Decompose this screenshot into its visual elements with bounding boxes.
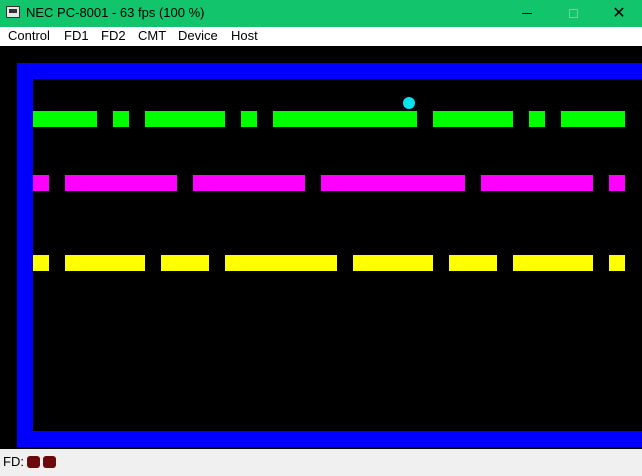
- menu-bar: Control FD1 FD2 CMT Device Host: [0, 27, 642, 46]
- playfield-border-left: [17, 63, 33, 447]
- app-icon[interactable]: [6, 6, 20, 18]
- menu-cmt[interactable]: CMT: [138, 28, 166, 44]
- brick: [609, 255, 625, 271]
- brick: [481, 175, 593, 191]
- brick: [161, 255, 209, 271]
- close-icon: ✕: [612, 4, 626, 22]
- brick: [145, 111, 225, 127]
- fd2-access-led: [43, 456, 56, 468]
- brick-row-yellow: [33, 255, 625, 271]
- status-bar: FD:: [0, 449, 642, 476]
- brick: [529, 111, 545, 127]
- brick-row-magenta: [33, 175, 625, 191]
- brick: [193, 175, 305, 191]
- maximize-icon: [568, 9, 578, 18]
- playfield-border-bottom: [17, 431, 642, 447]
- brick: [513, 255, 593, 271]
- fd1-access-led: [27, 456, 40, 468]
- menu-control[interactable]: Control: [8, 28, 50, 44]
- game-canvas: [0, 46, 642, 449]
- minimize-button[interactable]: [504, 0, 550, 27]
- brick: [273, 111, 417, 127]
- maximize-button[interactable]: [550, 0, 596, 27]
- brick: [65, 175, 177, 191]
- brick: [449, 255, 497, 271]
- title-bar[interactable]: NEC PC-8001 - 63 fps (100 %) ✕: [0, 0, 642, 27]
- brick: [225, 255, 337, 271]
- window-title: NEC PC-8001 - 63 fps (100 %): [26, 5, 205, 20]
- ball: [403, 97, 415, 109]
- brick: [33, 175, 49, 191]
- brick: [113, 111, 129, 127]
- playfield-border-top: [17, 63, 642, 79]
- fd-status-label: FD:: [3, 454, 24, 469]
- brick: [33, 255, 49, 271]
- brick: [433, 111, 513, 127]
- menu-fd2[interactable]: FD2: [101, 28, 126, 44]
- emulator-screen[interactable]: [0, 46, 642, 449]
- brick: [321, 175, 465, 191]
- brick: [241, 111, 257, 127]
- screen-background: [0, 46, 642, 449]
- minimize-icon: [522, 13, 532, 14]
- brick-row-green: [33, 111, 625, 127]
- menu-host[interactable]: Host: [231, 28, 258, 44]
- menu-fd1[interactable]: FD1: [64, 28, 89, 44]
- close-button[interactable]: ✕: [596, 0, 642, 27]
- brick: [561, 111, 625, 127]
- brick: [609, 175, 625, 191]
- brick: [33, 111, 97, 127]
- brick: [353, 255, 433, 271]
- menu-device[interactable]: Device: [178, 28, 218, 44]
- brick: [65, 255, 145, 271]
